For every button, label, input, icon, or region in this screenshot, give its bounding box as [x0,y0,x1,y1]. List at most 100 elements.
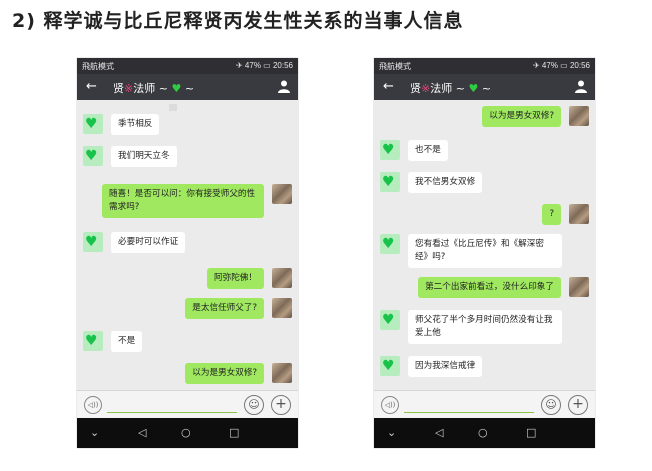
status-bar: 飛航模式 ✈ 47% ▭ 20:56 [77,58,298,74]
redacted-mark: ※ [421,82,431,95]
page-heading: 2) 释学诚与比丘尼释贤丙发生性关系的当事人信息 [12,10,464,32]
status-right: ✈ 47% ▭ 20:56 [236,61,293,70]
chat-title: 贤※法师 ~ ♥ ~ [410,80,491,96]
nav-home-icon[interactable]: ○ [478,426,488,439]
message-row: ♥ 必要时可以作证 [83,232,186,253]
chat-title: 贤※法师 ~ ♥ ~ [113,80,194,96]
nav-recent-icon[interactable]: □ [229,426,239,439]
avatar[interactable]: ♥ [380,172,400,192]
avatar[interactable]: ♥ [83,331,103,351]
nav-recent-icon[interactable]: □ [526,426,536,439]
avatar[interactable] [272,268,292,288]
nav-back-icon[interactable]: ◁ [435,426,443,439]
avatar[interactable]: ♥ [83,114,103,134]
chat-title-name: 贤 [113,82,124,95]
message-row: ♥ 因为我深信戒律 [380,356,483,377]
avatar[interactable] [272,184,292,204]
chat-area[interactable]: 以为是男女双修? ♥ 也不是 ♥ 我不信男女双修 ? ♥ 您有看过《比丘尼传》和… [374,100,595,390]
message-row: ♥ 我们明天立冬 [83,146,177,167]
chat-area[interactable]: ♥ 季节相反 ♥ 我们明天立冬 随喜！是否可以问：你有接受师父的性需求吗? ♥ … [77,100,298,390]
person-icon[interactable] [278,80,290,93]
message-row: 阿弥陀佛！ [207,268,292,289]
left-phone-screenshot: 飛航模式 ✈ 47% ▭ 20:56 ← 贤※法师 ~ ♥ ~ ♥ 季节相反 ♥… [77,58,298,448]
avatar[interactable]: ♥ [380,140,400,160]
avatar[interactable] [569,204,589,224]
arrow-left-icon[interactable]: ← [86,79,97,94]
message-bubble[interactable]: 第二个出家前看过，没什么印象了 [418,277,561,298]
avatar[interactable] [272,298,292,318]
chat-title-tail: ~ [481,82,492,95]
emoji-icon[interactable]: ☺ [541,395,561,415]
green-heart-icon: ♥ [85,148,98,164]
plus-icon[interactable]: + [568,395,588,415]
arrow-left-icon[interactable]: ← [383,79,394,94]
message-bubble[interactable]: 是太信任师父了? [185,298,264,319]
message-row: ♥ 也不是 [380,140,448,161]
message-bubble[interactable]: ? [542,204,561,225]
avatar[interactable]: ♥ [83,232,103,252]
avatar[interactable] [569,277,589,297]
green-heart-icon: ♥ [382,236,395,252]
avatar[interactable]: ♥ [83,146,103,166]
airplane-icon: ✈ [532,61,540,70]
message-bubble[interactable]: 也不是 [408,140,448,161]
message-bubble[interactable]: 随喜！是否可以问：你有接受师父的性需求吗? [102,184,264,218]
green-heart-icon: ♥ [85,116,98,132]
avatar[interactable] [272,363,292,383]
message-row: ? [542,204,589,225]
chevron-down-icon[interactable]: ⌄ [387,426,396,439]
green-heart-icon: ♥ [382,174,395,190]
green-heart-icon: ♥ [382,142,395,158]
message-bubble[interactable]: 以为是男女双修? [185,363,264,384]
green-heart-icon: ♥ [85,234,98,250]
chevron-down-icon[interactable]: ⌄ [90,426,99,439]
message-bubble[interactable]: 不是 [111,331,143,352]
redacted-mark: ※ [124,82,134,95]
message-input[interactable] [107,412,237,413]
input-bar: ◁)) ☺ + [77,390,298,419]
status-bar: 飛航模式 ✈ 47% ▭ 20:56 [374,58,595,74]
avatar[interactable]: ♥ [380,356,400,376]
avatar[interactable]: ♥ [380,234,400,254]
green-heart-icon: ♥ [85,333,98,349]
nav-home-icon[interactable]: ○ [181,426,191,439]
message-bubble[interactable]: 必要时可以作证 [111,232,186,253]
message-bubble[interactable]: 以为是男女双修? [482,106,561,127]
clock-text: 20:56 [272,61,293,70]
battery-icon: ▭ [263,61,271,70]
status-left-text: 飛航模式 [379,62,411,71]
message-bubble[interactable]: 阿弥陀佛！ [207,268,264,289]
battery-text: 47% [541,61,558,70]
message-row: ♥ 我不信男女双修 [380,172,483,193]
message-row: 是太信任师父了? [185,298,292,319]
message-bubble[interactable]: 季节相反 [111,114,160,135]
chat-title-bar: ← 贤※法师 ~ ♥ ~ [374,74,595,100]
message-bubble[interactable]: 我不信男女双修 [408,172,483,193]
emoji-icon[interactable]: ☺ [244,395,264,415]
avatar[interactable] [569,106,589,126]
message-input[interactable] [404,412,534,413]
right-phone-screenshot: 飛航模式 ✈ 47% ▭ 20:56 ← 贤※法师 ~ ♥ ~ 以为是男女双修?… [374,58,595,448]
airplane-icon: ✈ [235,61,243,70]
person-icon[interactable] [575,80,587,93]
plus-icon[interactable]: + [271,395,291,415]
green-heart-icon: ♥ [171,82,182,95]
avatar[interactable]: ♥ [380,310,400,330]
input-bar: ◁)) ☺ + [374,390,595,419]
android-nav-bar: ⌄ ◁ ○ □ [374,418,595,448]
voice-icon[interactable]: ◁)) [84,396,102,414]
message-bubble[interactable]: 因为我深信戒律 [408,356,483,377]
message-bubble[interactable]: 我们明天立冬 [111,146,177,167]
android-nav-bar: ⌄ ◁ ○ □ [77,418,298,448]
clock-text: 20:56 [569,61,590,70]
timestamp-fragment [169,104,177,111]
chat-title-bar: ← 贤※法师 ~ ♥ ~ [77,74,298,100]
message-row: 以为是男女双修? [185,363,292,384]
message-bubble[interactable]: 您有看过《比丘尼传》和《解深密经》吗? [408,234,562,268]
battery-text: 47% [244,61,261,70]
voice-icon[interactable]: ◁)) [381,396,399,414]
nav-back-icon[interactable]: ◁ [138,426,146,439]
message-row: 随喜！是否可以问：你有接受师父的性需求吗? [102,184,292,218]
message-row: ♥ 您有看过《比丘尼传》和《解深密经》吗? [380,234,562,268]
message-bubble[interactable]: 师父花了半个多月时间仍然没有让我爱上他 [408,310,562,344]
